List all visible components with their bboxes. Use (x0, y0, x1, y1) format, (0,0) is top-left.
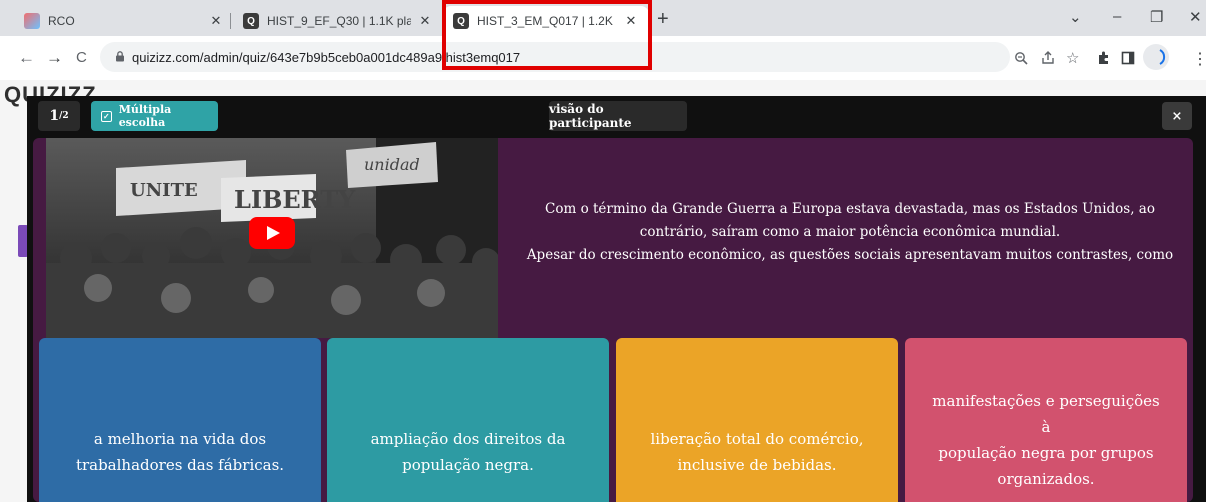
option-text-line: inclusive de bebidas. (677, 456, 837, 474)
extensions-icon[interactable] (1096, 50, 1111, 65)
question-type-badge[interactable]: ✓ Múltipla escolha (91, 101, 218, 131)
tab-close-icon[interactable]: ✕ (208, 13, 224, 29)
option-text-line: a melhoria na vida dos (93, 430, 267, 448)
question-type-label: Múltipla escolha (118, 103, 172, 129)
option-text-line: liberação total do comércio, (650, 430, 864, 448)
option-text-line: ampliação dos direitos da (370, 430, 566, 448)
tab-rco[interactable]: RCO ✕ (14, 6, 234, 36)
tab-hist-9[interactable]: Q HIST_9_EF_Q30 | 1.1K plays | Quiz ✕ (233, 6, 443, 36)
option-text-line: organizados. (997, 470, 1095, 488)
rco-favicon-icon (24, 13, 40, 29)
url-text[interactable]: quizizz.com/admin/quiz/643e7b9b5ceb0a001… (132, 50, 520, 65)
page-number: 1 (49, 108, 60, 124)
sign-text: UNITE (130, 180, 198, 201)
participant-view-button[interactable]: visão do participante (549, 101, 687, 131)
tab-separator (230, 13, 231, 29)
question-text: Com o término da Grande Guerra a Europa … (510, 198, 1190, 267)
answer-option-1[interactable]: a melhoria na vida dos trabalhadores das… (39, 338, 321, 502)
menu-icon[interactable]: ⋮ (1192, 49, 1206, 69)
profile-icon[interactable] (1143, 44, 1169, 70)
sign-text: unidad (364, 155, 420, 174)
question-line: Com o término da Grande Guerra a Europa … (545, 201, 1155, 217)
question-line: Apesar do crescimento econômico, as ques… (526, 247, 1174, 263)
tab-title: RCO (48, 14, 75, 28)
tab-close-icon[interactable]: ✕ (417, 13, 433, 29)
share-icon[interactable] (1041, 51, 1055, 65)
minimize-button[interactable]: – (1113, 8, 1121, 25)
page-indicator[interactable]: 1/2 (38, 101, 80, 131)
quizizz-favicon-icon: Q (243, 13, 259, 29)
tab-title: HIST_9_EF_Q30 | 1.1K plays | Quiz (267, 14, 411, 28)
sign-text: LIBERTY (234, 185, 356, 214)
option-text-line: manifestações e perseguições à (932, 392, 1160, 436)
tab-hist-3[interactable]: Q HIST_3_EM_Q017 | 1.2K plays | Q ✕ (443, 6, 649, 36)
answer-option-2[interactable]: ampliação dos direitos da população negr… (327, 338, 609, 502)
new-tab-button[interactable]: + (657, 9, 669, 29)
forward-button[interactable]: → (46, 48, 63, 68)
lock-icon[interactable] (115, 51, 125, 62)
sidebar-icon[interactable] (1121, 51, 1135, 65)
zoom-icon[interactable] (1014, 51, 1028, 65)
close-modal-button[interactable]: × (1162, 102, 1192, 130)
tab-close-icon[interactable]: ✕ (623, 13, 639, 29)
option-text-line: população negra. (402, 456, 534, 474)
quizizz-favicon-icon: Q (453, 13, 469, 29)
answer-option-4[interactable]: manifestações e perseguições à população… (905, 338, 1187, 502)
tab-title: HIST_3_EM_Q017 | 1.2K plays | Q (477, 14, 617, 28)
question-line: contrário, saíram como a maior potência … (639, 224, 1061, 240)
tab-search-icon[interactable]: ⌄ (1069, 8, 1082, 26)
reload-button[interactable]: C (76, 49, 87, 66)
answer-option-3[interactable]: liberação total do comércio, inclusive d… (616, 338, 898, 502)
star-icon[interactable]: ☆ (1066, 49, 1079, 67)
page-total: /2 (59, 111, 69, 121)
option-text-line: trabalhadores das fábricas. (75, 456, 285, 474)
back-button[interactable]: ← (18, 48, 35, 68)
checkbox-icon: ✓ (101, 110, 112, 122)
play-button[interactable] (249, 217, 295, 249)
restore-button[interactable]: ❐ (1150, 8, 1163, 26)
close-window-button[interactable]: ✕ (1189, 8, 1202, 26)
option-text-line: população negra por grupos (938, 444, 1154, 462)
